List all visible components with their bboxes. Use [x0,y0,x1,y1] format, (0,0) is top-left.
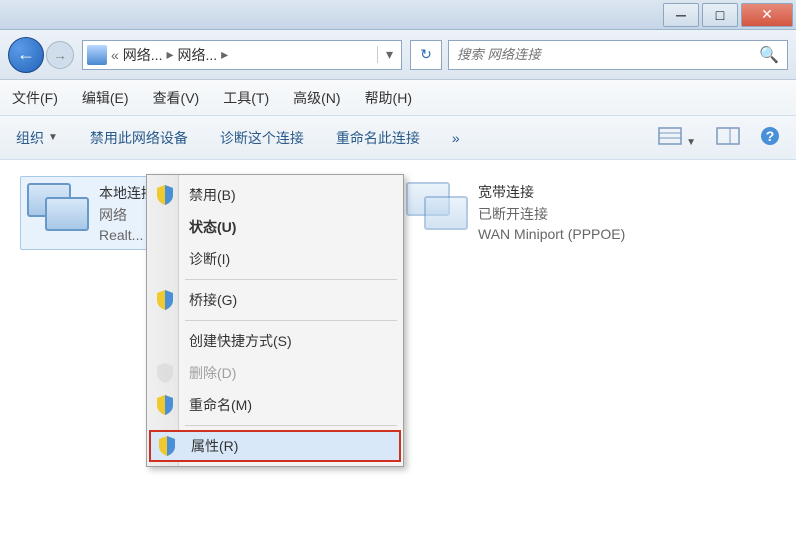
menu-edit[interactable]: 编辑(E) [82,88,129,108]
preview-pane-icon[interactable] [716,127,740,148]
close-button[interactable]: ✕ [741,3,793,27]
ctx-diagnose[interactable]: 诊断(I) [149,243,401,275]
maximize-button[interactable]: □ [702,3,738,27]
ctx-shortcut[interactable]: 创建快捷方式(S) [149,325,401,357]
back-button[interactable]: ← [8,37,44,73]
navigation-bar: ← → « 网络... ▸ 网络... ▸ ▾ ↻ 🔍 [0,30,796,80]
connection-device: WAN Miniport (PPPOE) [478,226,625,242]
chevron-right-icon[interactable]: ▸ [164,46,175,63]
menu-bar: 文件(F) 编辑(E) 查看(V) 工具(T) 高级(N) 帮助(H) [0,80,796,116]
connection-status: 已断开连接 [478,204,625,224]
shield-icon [156,290,174,310]
command-bar: 组织 ▼ 禁用此网络设备 诊断这个连接 重命名此连接 » ▼ ? [0,116,796,160]
svg-text:?: ? [766,128,775,144]
shield-icon [156,395,174,415]
ctx-label: 诊断(I) [189,249,230,269]
chevron-right-icon[interactable]: ▸ [219,46,230,63]
organize-label: 组织 [16,128,44,148]
overflow-button[interactable]: » [452,130,460,146]
diagnose-button[interactable]: 诊断这个连接 [220,128,304,148]
ctx-properties[interactable]: 属性(R) [149,430,401,462]
organize-button[interactable]: 组织 ▼ [16,128,58,148]
menu-view[interactable]: 查看(V) [153,88,200,108]
ctx-label: 属性(R) [191,436,238,456]
search-box[interactable]: 🔍 [448,40,788,70]
separator [185,320,397,321]
ctx-label: 创建快捷方式(S) [189,331,292,351]
ctx-bridge[interactable]: 桥接(G) [149,284,401,316]
connection-broadband[interactable]: 宽带连接 已断开连接 WAN Miniport (PPPOE) [400,176,740,250]
ctx-label: 状态(U) [189,217,236,237]
menu-help[interactable]: 帮助(H) [365,88,412,108]
menu-advanced[interactable]: 高级(N) [293,88,340,108]
shield-icon [156,185,174,205]
window-titlebar: ─ □ ✕ [0,0,796,30]
menu-tools[interactable]: 工具(T) [223,88,269,108]
breadcrumb[interactable]: « 网络... ▸ 网络... ▸ ▾ [82,40,402,70]
chevron-down-icon: ▼ [48,132,58,143]
ctx-label: 禁用(B) [189,185,236,205]
menu-file[interactable]: 文件(F) [12,88,58,108]
ctx-label: 重命名(M) [189,395,252,415]
ctx-status[interactable]: 状态(U) [149,211,401,243]
breadcrumb-sep: « [109,47,121,63]
forward-button[interactable]: → [46,41,74,69]
search-input[interactable] [457,47,759,62]
minimize-button[interactable]: ─ [663,3,699,27]
search-icon[interactable]: 🔍 [759,45,779,65]
ctx-label: 删除(D) [189,363,236,383]
ctx-disable[interactable]: 禁用(B) [149,179,401,211]
shield-icon [156,363,174,383]
view-options-icon[interactable]: ▼ [658,127,696,148]
help-icon[interactable]: ? [760,126,780,149]
chevron-down-icon: ▼ [686,137,696,148]
network-adapter-icon [27,183,91,239]
network-adapter-icon [406,182,470,238]
separator [185,425,397,426]
disable-device-button[interactable]: 禁用此网络设备 [90,128,188,148]
ctx-delete: 删除(D) [149,357,401,389]
rename-button[interactable]: 重命名此连接 [336,128,420,148]
breadcrumb-item[interactable]: 网络... [178,45,218,65]
ctx-label: 桥接(G) [189,290,237,310]
breadcrumb-dropdown[interactable]: ▾ [377,46,401,63]
separator [185,279,397,280]
context-menu: 禁用(B) 状态(U) 诊断(I) 桥接(G) 创建快捷方式(S) 删除(D) … [146,174,404,467]
content-area: 本地连接 网络 Realt... 宽带连接 已断开连接 WAN Miniport… [0,160,796,560]
ctx-rename[interactable]: 重命名(M) [149,389,401,421]
refresh-button[interactable]: ↻ [410,40,442,70]
breadcrumb-item[interactable]: 网络... [123,45,163,65]
connection-title: 宽带连接 [478,182,625,202]
network-icon [87,45,107,65]
shield-icon [158,436,176,456]
